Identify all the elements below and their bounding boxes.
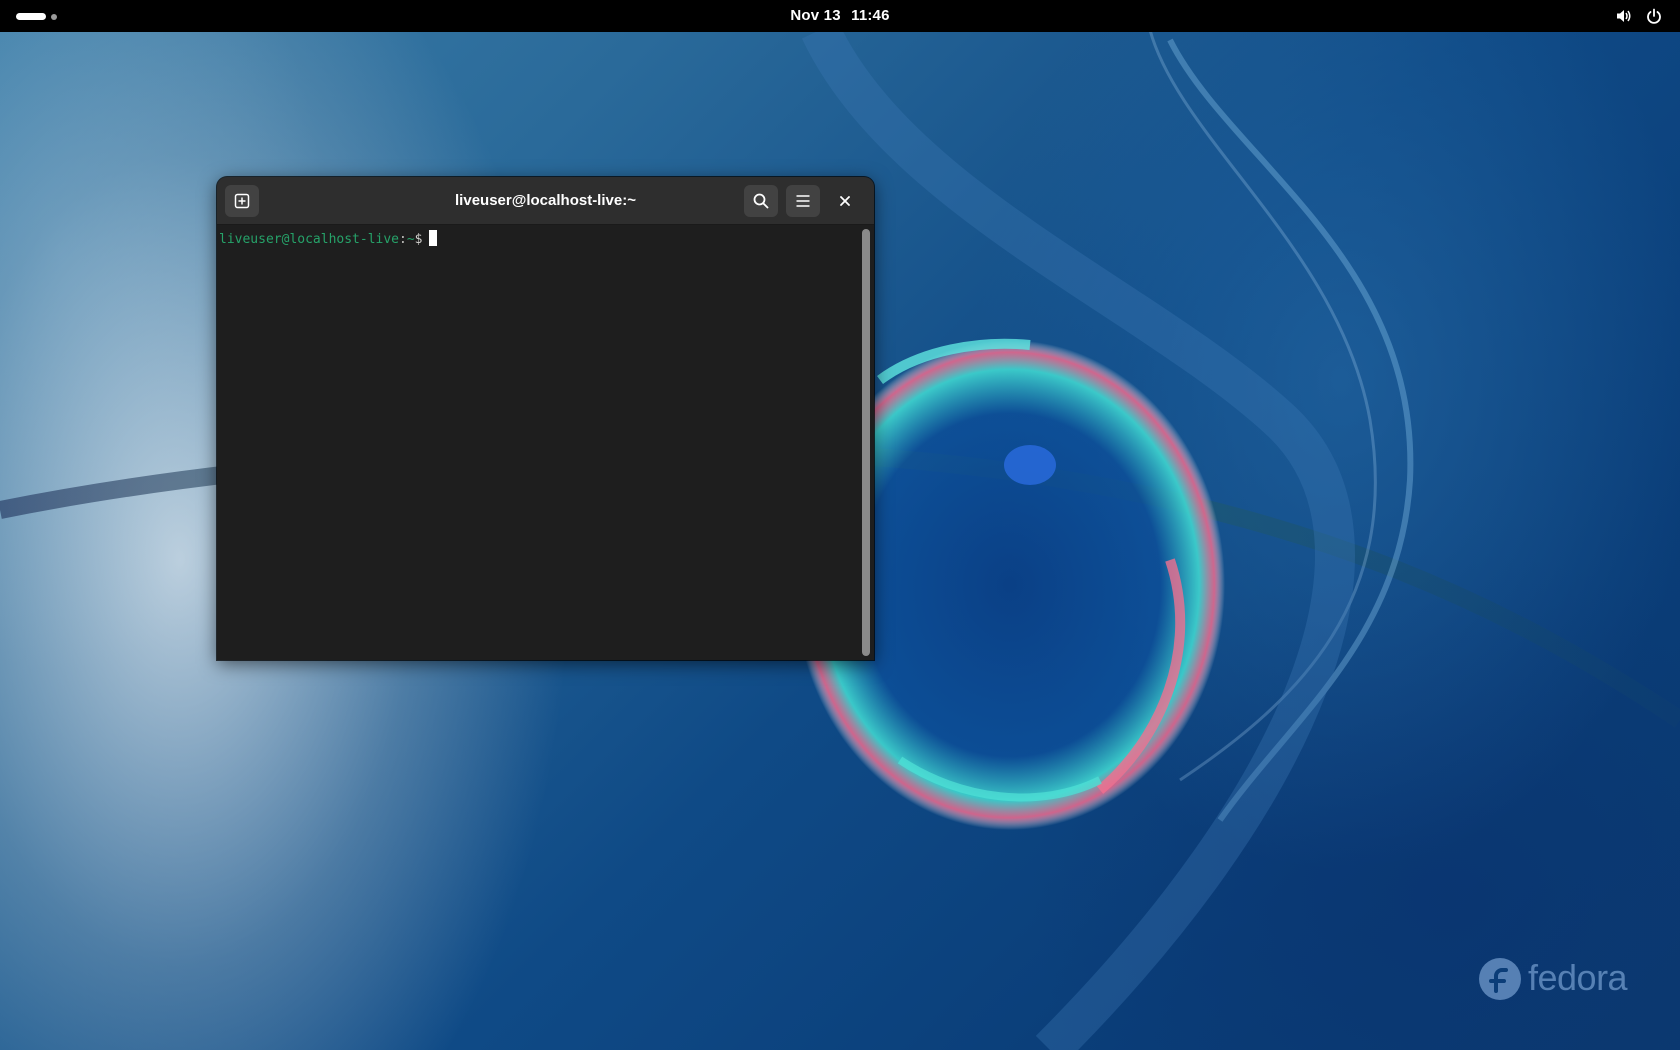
menu-button[interactable] — [786, 185, 820, 217]
scrollbar-thumb[interactable] — [862, 229, 870, 656]
top-bar: Nov 13 11:46 — [0, 0, 1680, 32]
activities-button[interactable] — [10, 6, 62, 26]
window-title: liveuser@localhost-live:~ — [455, 192, 636, 209]
workspace-indicator-active — [16, 13, 46, 20]
search-icon — [753, 193, 769, 209]
terminal-window[interactable]: liveuser@localhost-live:~ liveuser@local… — [217, 177, 874, 660]
fedora-logo: fedora — [1478, 955, 1633, 1003]
terminal-headerbar[interactable]: liveuser@localhost-live:~ — [217, 177, 874, 225]
prompt-separator: : — [399, 232, 407, 247]
prompt-symbol: $ — [414, 232, 423, 247]
new-tab-button[interactable] — [225, 185, 259, 217]
text-cursor — [428, 230, 437, 246]
system-tray[interactable] — [1608, 4, 1670, 28]
prompt-path: ~ — [406, 232, 415, 247]
new-tab-icon — [234, 193, 250, 209]
terminal-output[interactable]: liveuser@localhost-live:~$ — [217, 225, 860, 660]
workspace-indicator-inactive — [51, 14, 57, 20]
close-icon — [840, 196, 850, 206]
power-icon — [1647, 8, 1661, 24]
hamburger-menu-icon — [796, 195, 810, 207]
close-button[interactable] — [833, 189, 857, 213]
volume-icon — [1617, 10, 1631, 22]
fedora-wordmark: fedora — [1528, 957, 1628, 998]
clock-date: Nov 13 — [790, 7, 841, 24]
clock-time: 11:46 — [851, 7, 890, 24]
prompt-user-host: liveuser@localhost-live — [219, 232, 400, 247]
fedora-f-icon — [1479, 958, 1521, 1000]
search-button[interactable] — [744, 185, 778, 217]
clock-button[interactable]: Nov 13 11:46 — [740, 0, 940, 32]
shell-prompt: liveuser@localhost-live:~$ — [219, 230, 437, 249]
